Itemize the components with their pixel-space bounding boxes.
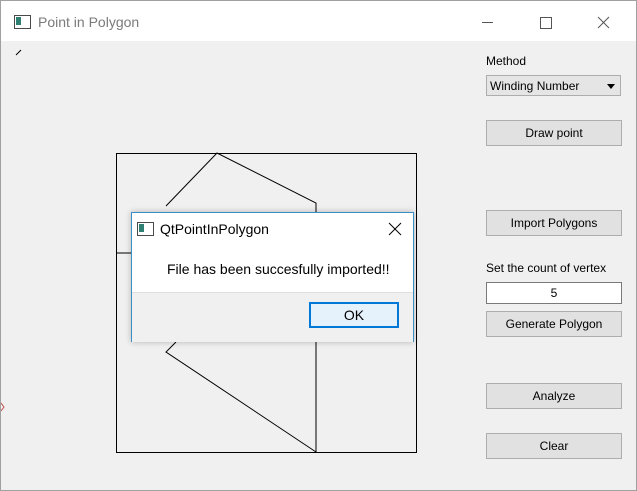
- draw-point-button[interactable]: Draw point: [486, 120, 622, 146]
- vertex-count-input[interactable]: 5: [486, 282, 622, 304]
- edge-point-mark: [1, 402, 5, 412]
- clear-button[interactable]: Clear: [486, 433, 622, 459]
- window-title: Point in Polygon: [38, 14, 140, 30]
- dialog-close-button[interactable]: [384, 218, 406, 240]
- ok-button[interactable]: OK: [309, 302, 399, 328]
- polygon-lower-edges: [165, 341, 317, 453]
- method-label: Method: [486, 54, 527, 68]
- dialog-title: QtPointInPolygon: [160, 221, 269, 237]
- minimize-button[interactable]: [464, 7, 510, 37]
- method-select[interactable]: Winding Number: [486, 75, 621, 96]
- dialog-app-icon: [137, 222, 154, 236]
- method-select-value: Winding Number: [490, 79, 580, 93]
- dialog-message: File has been succesfully imported!!: [167, 261, 390, 277]
- maximize-button[interactable]: [522, 7, 568, 37]
- close-button[interactable]: [580, 7, 626, 37]
- dropdown-arrow-icon: [607, 84, 615, 89]
- vertex-count-label: Set the count of vertex: [486, 261, 607, 275]
- generate-polygon-button[interactable]: Generate Polygon: [486, 311, 622, 337]
- main-window: Point in Polygon Method Winding Number D…: [0, 0, 637, 491]
- close-icon: [388, 222, 402, 236]
- drawn-point-mark: [15, 49, 22, 56]
- dialog-button-bar: OK: [132, 292, 413, 342]
- close-icon: [597, 16, 610, 29]
- analyze-button[interactable]: Analyze: [486, 383, 622, 409]
- minimize-icon: [482, 22, 493, 23]
- app-window-icon: [14, 15, 31, 29]
- title-bar: Point in Polygon: [1, 1, 636, 41]
- maximize-icon: [540, 17, 552, 29]
- import-polygons-button[interactable]: Import Polygons: [486, 210, 622, 236]
- import-success-dialog: QtPointInPolygon File has been succesful…: [131, 212, 414, 342]
